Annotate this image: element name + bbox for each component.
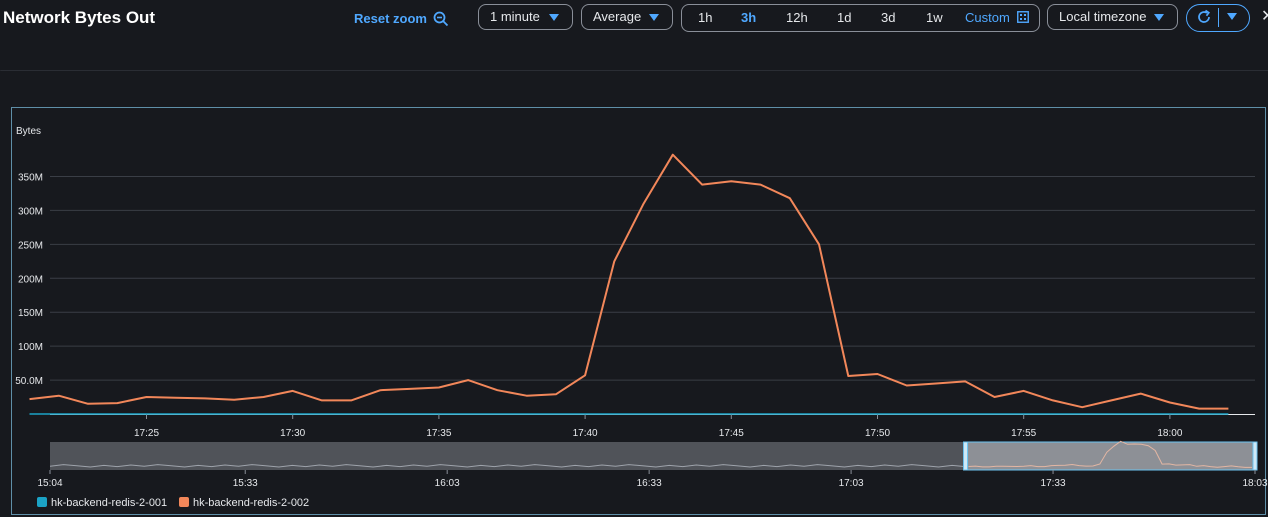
navigator-tick-label: 16:03	[435, 478, 460, 489]
x-tick-label: 18:00	[1157, 428, 1182, 439]
legend-label-001: hk-backend-redis-2-001	[51, 497, 168, 509]
y-tick-label: 50.0M	[15, 376, 43, 387]
navigator-tick-label: 15:04	[37, 478, 62, 489]
series-line-002	[29, 153, 1229, 410]
legend-swatch-001	[37, 497, 47, 507]
x-tick-label: 17:50	[865, 428, 890, 439]
navigator-tick-label: 16:33	[637, 478, 662, 489]
x-tick-label: 17:25	[134, 428, 159, 439]
navigator-handle-left	[963, 441, 969, 471]
x-tick-label: 17:35	[426, 428, 451, 439]
x-tick-label: 17:45	[719, 428, 744, 439]
y-tick-label: 150M	[18, 308, 43, 319]
y-axis-label: Bytes	[16, 126, 41, 137]
y-tick-label: 350M	[18, 172, 43, 183]
y-tick-label: 100M	[18, 342, 43, 353]
x-tick-label: 17:30	[280, 428, 305, 439]
x-tick-label: 17:55	[1011, 428, 1036, 439]
navigator-handle-right	[1252, 441, 1258, 471]
x-tick-label: 17:40	[573, 428, 598, 439]
navigator-tick-label: 18:03	[1242, 478, 1267, 489]
navigator-selection	[965, 441, 1256, 471]
legend-swatch-002	[179, 497, 189, 507]
legend-label-002: hk-backend-redis-2-002	[193, 497, 310, 509]
network-bytes-out-chart[interactable]: Bytes 50.0M 100M 150M 200M 250M 300M 350M 17:2…	[0, 0, 1268, 517]
navigator-tick-label: 17:33	[1041, 478, 1066, 489]
navigator-tick-label: 15:33	[233, 478, 258, 489]
navigator-tick-label: 17:03	[839, 478, 864, 489]
legend-item-001[interactable]: hk-backend-redis-2-001	[37, 497, 167, 509]
legend-item-002[interactable]: hk-backend-redis-2-002	[179, 497, 309, 509]
y-tick-label: 250M	[18, 240, 43, 251]
y-tick-label: 200M	[18, 274, 43, 285]
y-tick-label: 300M	[18, 206, 43, 217]
